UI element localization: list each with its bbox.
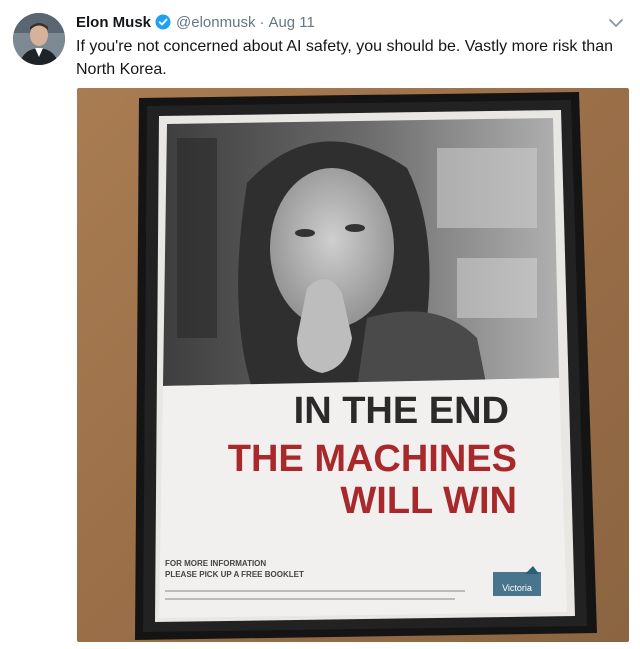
poster-line-2: THE MACHINES xyxy=(228,438,517,480)
poster-line-1: IN THE END xyxy=(294,390,509,432)
chevron-down-icon[interactable] xyxy=(607,14,625,32)
author-name[interactable]: Elon Musk xyxy=(76,14,151,31)
tweet[interactable]: Elon Musk @elonmusk · Aug 11 If you're n… xyxy=(0,0,640,649)
timestamp[interactable]: Aug 11 xyxy=(268,14,314,31)
verified-badge-icon xyxy=(155,14,171,30)
author-handle[interactable]: @elonmusk xyxy=(176,14,255,31)
tweet-header: Elon Musk @elonmusk · Aug 11 xyxy=(76,12,315,32)
separator-dot: · xyxy=(259,13,265,31)
poster-fine-print-1: FOR MORE INFORMATION xyxy=(165,559,266,568)
tweet-text: If you're not concerned about AI safety,… xyxy=(76,38,613,78)
poster-line-3: WILL WIN xyxy=(340,480,517,522)
avatar[interactable] xyxy=(13,13,65,65)
tweet-media-image[interactable]: IN THE END THE MACHINES WILL WIN FOR MOR… xyxy=(77,88,629,642)
poster-fine-print-2: PLEASE PICK UP A FREE BOOKLET xyxy=(165,570,304,579)
poster-logo-text: Victoria xyxy=(502,583,532,593)
